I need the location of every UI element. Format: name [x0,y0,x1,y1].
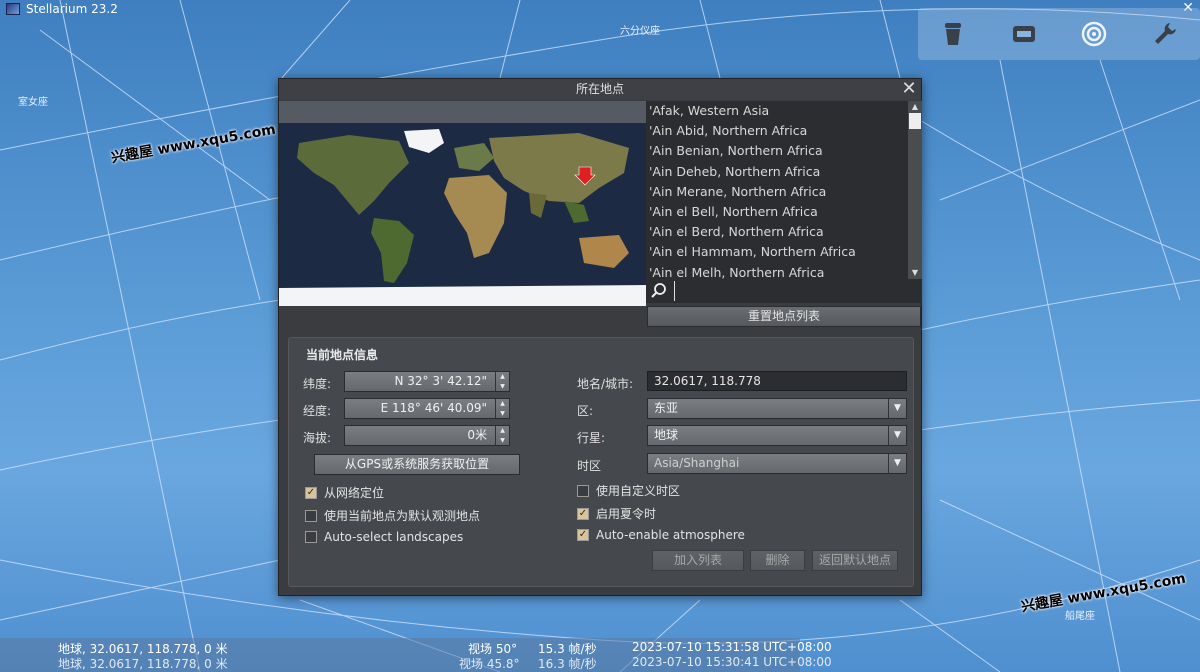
list-item[interactable]: 'Afak, Western Asia [646,101,908,121]
top-right-toolbar [918,8,1200,60]
dialog-title-bar[interactable]: 所在地点 ✕ [279,79,921,100]
status-fov: 视场 45.8° [459,657,520,671]
location-list-scrollbar[interactable]: ▲ ▼ [908,101,922,279]
auto-select-landscapes-checkbox[interactable]: Auto-select landscapes [305,530,463,544]
status-row: 地球, 32.0617, 118.778, 0 米 视场 50° 15.3 帧/… [0,640,832,656]
search-icon [651,283,666,298]
scroll-thumb[interactable] [909,113,921,129]
restore-default-button[interactable]: 返回默认地点 [812,550,898,571]
name-city-input[interactable]: 32.0617, 118.778 [647,371,907,391]
scroll-up-arrow-icon[interactable]: ▲ [908,101,922,113]
target-icon[interactable] [1079,19,1109,49]
planet-label: 行星: [577,431,606,445]
altitude-label: 海拔: [303,431,332,445]
current-location-info-group: 当前地点信息 纬度: N 32° 3' 42.12" ▲ ▼ 经度: E 118°… [288,337,914,587]
network-locate-checkbox[interactable]: ✓ 从网络定位 [305,484,384,501]
app-title-bar: Stellarium 23.2 [0,0,300,18]
altitude-value[interactable]: 0米 [345,426,495,445]
scroll-down-arrow-icon[interactable]: ▼ [908,267,922,279]
location-search [646,279,922,303]
region-label: 区: [577,404,594,418]
group-title: 当前地点信息 [306,348,379,362]
app-title: Stellarium 23.2 [26,2,118,16]
longitude-label: 经度: [303,404,332,418]
list-item[interactable]: 'Ain el Hammam, Northern Africa [646,242,908,262]
checkbox-unchecked-icon[interactable] [305,531,317,543]
longitude-value[interactable]: E 118° 46' 40.09" [345,399,495,418]
longitude-spinbox[interactable]: E 118° 46' 40.09" ▲ ▼ [344,398,510,419]
latitude-value[interactable]: N 32° 3' 42.12" [345,372,495,391]
list-item[interactable]: 'Ain Benian, Northern Africa [646,141,908,161]
reset-location-list-button[interactable]: 重置地点列表 [647,306,921,327]
spin-down-icon[interactable]: ▼ [496,382,509,392]
latitude-spinbox[interactable]: N 32° 3' 42.12" ▲ ▼ [344,371,510,392]
status-datetime: 2023-07-10 15:31:58 UTC+08:00 [632,640,832,654]
spin-down-icon[interactable]: ▼ [496,436,509,446]
location-dialog: 所在地点 ✕ 'Afak, Western Asia 'Ain Abid, No… [278,78,922,596]
timezone-label: 时区 [577,459,602,473]
delete-button[interactable]: 删除 [750,550,805,571]
checkbox-checked-icon[interactable]: ✓ [305,486,317,499]
checkbox-unchecked-icon[interactable] [305,509,317,522]
list-item[interactable]: 'Ain el Melh, Northern Africa [646,263,908,280]
status-bar: 地球, 32.0617, 118.778, 0 米 视场 50° 15.3 帧/… [0,638,832,672]
list-item[interactable]: 'Ain Merane, Northern Africa [646,182,908,202]
search-input[interactable] [674,281,922,301]
checkbox-checked-icon[interactable]: ✓ [577,529,589,541]
status-datetime: 2023-07-10 15:30:41 UTC+08:00 [632,655,832,669]
default-location-checkbox[interactable]: 使用当前地点为默认观测地点 [305,507,480,524]
chevron-down-icon[interactable]: ▼ [888,399,906,418]
altitude-spinbox[interactable]: 0米 ▲ ▼ [344,425,510,446]
add-to-list-button[interactable]: 加入列表 [652,550,744,571]
timezone-combo[interactable]: Asia/Shanghai ▼ [647,453,907,474]
constellation-label-puppis: 船尾座 [1065,611,1095,622]
window-icon[interactable] [1009,19,1039,49]
observer-icon[interactable] [938,19,968,49]
list-item[interactable]: 'Ain el Berd, Northern Africa [646,222,908,242]
list-item[interactable]: 'Ain el Bell, Northern Africa [646,202,908,222]
auto-atmosphere-checkbox[interactable]: ✓ Auto-enable atmosphere [577,528,745,542]
location-list[interactable]: 'Afak, Western Asia 'Ain Abid, Northern … [646,101,908,279]
dialog-close-button[interactable]: ✕ [901,79,917,100]
spin-up-icon[interactable]: ▲ [496,372,509,382]
world-map-image [279,123,646,306]
spin-up-icon[interactable]: ▲ [496,399,509,409]
custom-timezone-checkbox[interactable]: 使用自定义时区 [577,482,680,499]
planet-combo[interactable]: 地球 ▼ [647,425,907,446]
dst-checkbox[interactable]: ✓ 启用夏令时 [577,505,656,522]
world-map[interactable] [279,101,646,306]
status-location: 地球, 32.0617, 118.778, 0 米 [58,657,228,671]
spin-down-icon[interactable]: ▼ [496,409,509,419]
constellation-label-virgo: 室女座 [18,97,48,108]
region-combo[interactable]: 东亚 ▼ [647,398,907,419]
chevron-down-icon[interactable]: ▼ [888,426,906,445]
spin-up-icon[interactable]: ▲ [496,426,509,436]
chevron-down-icon[interactable]: ▼ [888,454,906,473]
status-row: 地球, 32.0617, 118.778, 0 米 视场 45.8° 16.3 … [0,655,832,671]
gps-locate-button[interactable]: 从GPS或系统服务获取位置 [314,454,520,475]
wrench-icon[interactable] [1150,19,1180,49]
status-fps: 16.3 帧/秒 [538,657,597,671]
list-item[interactable]: 'Ain Deheb, Northern Africa [646,162,908,182]
checkbox-unchecked-icon[interactable] [577,484,589,497]
name-city-label: 地名/城市: [577,377,634,391]
stellarium-logo-icon [6,3,20,15]
latitude-label: 纬度: [303,377,332,391]
list-item[interactable]: 'Ain Abid, Northern Africa [646,121,908,141]
constellation-label-sextans: 六分仪座 [620,26,660,37]
checkbox-checked-icon[interactable]: ✓ [577,507,589,520]
dialog-title: 所在地点 [575,82,624,96]
